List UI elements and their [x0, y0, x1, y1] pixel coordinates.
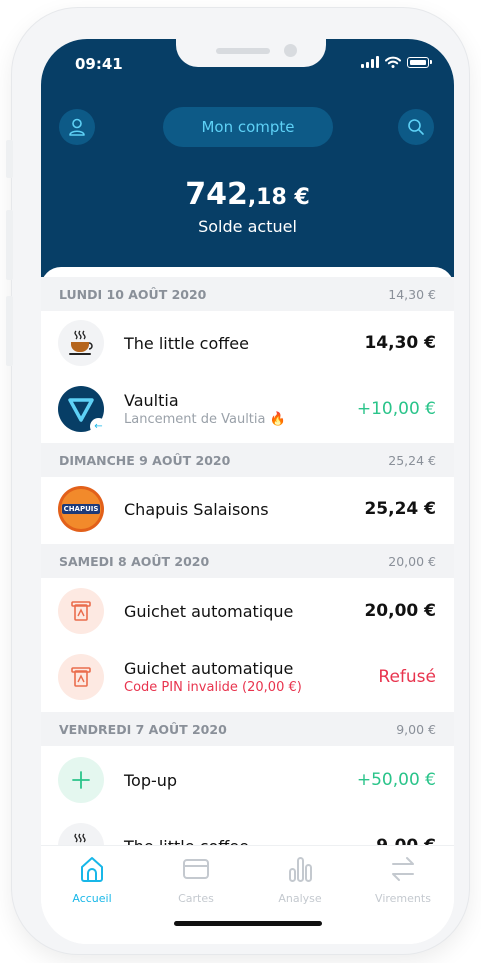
battery-tip: [430, 60, 432, 64]
camera: [284, 44, 297, 57]
day-header: SAMEDI 8 AOÛT 2020 20,00 €: [41, 544, 454, 578]
coffee-icon: [58, 320, 104, 366]
atm-icon: [58, 588, 104, 634]
app-header: 09:41 Mon compte 742,18 € Solde actuel: [41, 39, 454, 289]
chapuis-logo-icon: CHAPUIS: [58, 486, 104, 532]
transaction-row[interactable]: Top-up +50,00 €: [41, 752, 454, 808]
day-label: LUNDI 10 AOÛT 2020: [59, 286, 207, 302]
tab-label: Accueil: [72, 892, 112, 905]
vaultia-logo-icon: ←: [58, 386, 107, 435]
day-header: LUNDI 10 AOÛT 2020 14,30 €: [41, 277, 454, 311]
transaction-row[interactable]: The little coffee 14,30 €: [41, 315, 454, 371]
day-label: DIMANCHE 9 AOÛT 2020: [59, 452, 231, 468]
home-indicator[interactable]: [174, 921, 322, 926]
balance-integer: 742: [185, 177, 248, 212]
phone-screen: 09:41 Mon compte 742,18 € Solde actuel L…: [41, 39, 454, 944]
tab-label: Virements: [375, 892, 431, 905]
transaction-text: Guichet automatique: [124, 602, 293, 621]
transaction-amount: +50,00 €: [356, 770, 436, 790]
wifi-icon: [385, 56, 401, 68]
transaction-row[interactable]: CHAPUIS Chapuis Salaisons 25,24 €: [41, 481, 454, 537]
status-bar: 09:41: [41, 39, 454, 89]
transaction-name: Chapuis Salaisons: [124, 499, 269, 519]
tab-analyse[interactable]: Analyse: [260, 854, 340, 905]
day-label: VENDREDI 7 AOÛT 2020: [59, 721, 227, 737]
balance-label: Solde actuel: [198, 217, 297, 236]
transaction-amount: +10,00 €: [356, 399, 436, 419]
transaction-text: Chapuis Salaisons: [124, 500, 269, 519]
search-icon: [408, 119, 424, 135]
balance-decimal: ,18 €: [247, 185, 310, 210]
chapuis-logo-text: CHAPUIS: [61, 504, 101, 514]
chart-icon: [289, 857, 312, 882]
tab-virements[interactable]: Virements: [363, 854, 443, 905]
transaction-amount: 14,30 €: [364, 333, 436, 353]
transaction-name: Guichet automatique: [124, 601, 294, 621]
signal-icon: [361, 56, 379, 68]
day-label: SAMEDI 8 AOÛT 2020: [59, 553, 210, 569]
phone-side-button: [6, 296, 13, 366]
tab-label: Cartes: [178, 892, 214, 905]
speaker: [216, 48, 270, 54]
day-header: DIMANCHE 9 AOÛT 2020 25,24 €: [41, 443, 454, 477]
transaction-amount: 20,00 €: [364, 601, 436, 621]
day-total: 20,00 €: [388, 553, 436, 569]
transactions-list[interactable]: LUNDI 10 AOÛT 2020 14,30 € The little co…: [41, 267, 454, 944]
transaction-name: Vaultia: [124, 391, 179, 410]
transaction-row[interactable]: ← Vaultia Lancement de Vaultia 🔥 +10,00 …: [41, 381, 454, 437]
balance-amount: 742,18 €: [41, 177, 454, 212]
transfer-icon: [392, 857, 414, 881]
card-icon: [183, 859, 209, 879]
transaction-text: Vaultia Lancement de Vaultia 🔥: [124, 391, 286, 427]
day-total: 14,30 €: [388, 286, 436, 302]
account-button[interactable]: Mon compte: [163, 107, 333, 147]
transaction-text: The little coffee: [124, 334, 249, 353]
tab-accueil[interactable]: Accueil: [52, 854, 132, 905]
status-time: 09:41: [75, 55, 123, 73]
transaction-row[interactable]: Guichet automatique 20,00 €: [41, 583, 454, 639]
day-header: VENDREDI 7 AOÛT 2020 9,00 €: [41, 712, 454, 746]
transaction-text: Guichet automatique Code PIN invalide (2…: [124, 659, 302, 695]
profile-button[interactable]: [59, 109, 95, 145]
phone-side-button: [6, 210, 13, 280]
transaction-name: Top-up: [124, 770, 178, 790]
day-total: 25,24 €: [388, 452, 436, 468]
notch: [176, 39, 326, 67]
transaction-name: Guichet automatique: [124, 659, 294, 678]
transaction-subtitle: Code PIN invalide (20,00 €): [124, 680, 302, 695]
atm-icon: [58, 654, 104, 700]
transaction-text: Top-up: [124, 771, 177, 790]
tab-cartes[interactable]: Cartes: [156, 854, 236, 905]
phone-side-button: [6, 140, 13, 178]
search-button[interactable]: [398, 109, 434, 145]
tab-bar: Accueil Cartes Analyse Virements: [41, 845, 454, 944]
user-icon: [69, 118, 85, 136]
transaction-subtitle: Lancement de Vaultia 🔥: [124, 412, 286, 427]
home-icon: [81, 857, 103, 882]
plus-icon: [58, 757, 104, 803]
transaction-name: The little coffee: [124, 333, 249, 353]
day-total: 9,00 €: [396, 721, 436, 737]
incoming-arrow-icon: ←: [90, 418, 107, 435]
tab-label: Analyse: [278, 892, 322, 905]
transaction-row[interactable]: Guichet automatique Code PIN invalide (2…: [41, 649, 454, 705]
transaction-amount: 25,24 €: [364, 499, 436, 519]
transaction-status: Refusé: [378, 667, 436, 687]
battery-icon: [407, 56, 429, 68]
status-icons: [361, 56, 432, 68]
